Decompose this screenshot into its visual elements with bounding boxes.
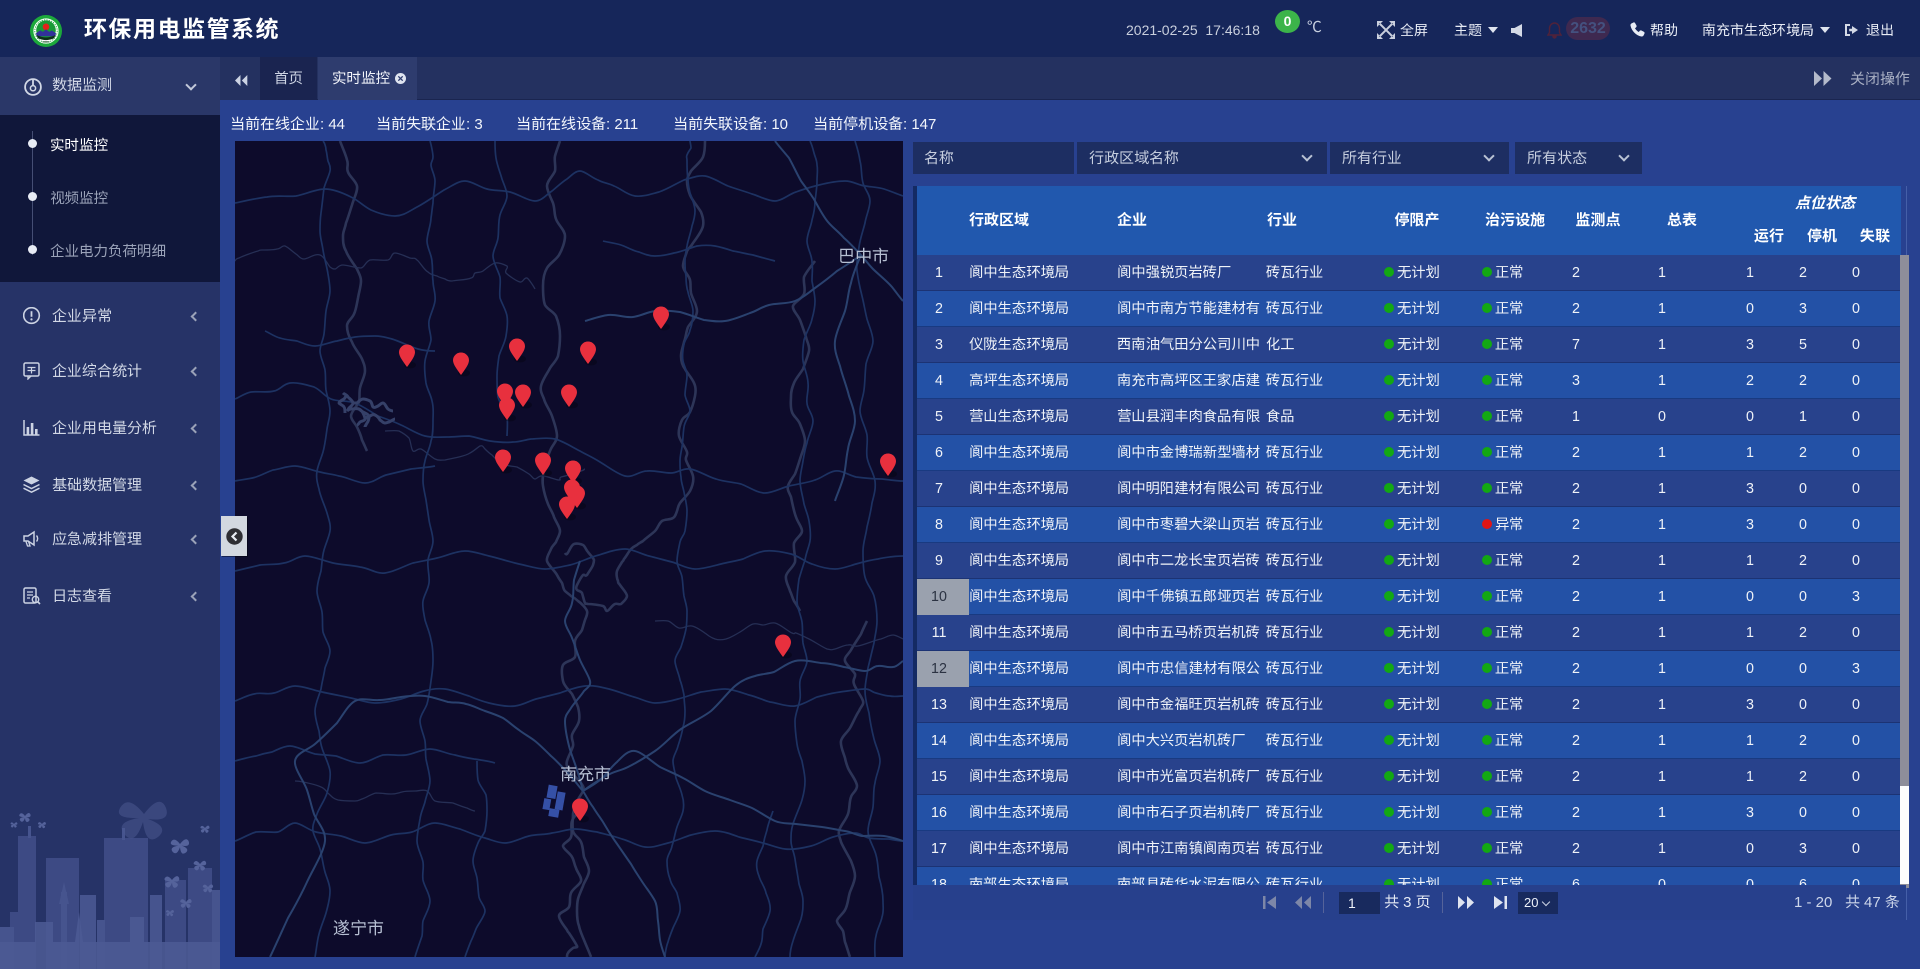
svg-text:遂宁市: 遂宁市	[333, 914, 384, 939]
svg-text:南充市: 南充市	[560, 760, 611, 785]
svg-text:巴中市: 巴中市	[838, 242, 889, 267]
